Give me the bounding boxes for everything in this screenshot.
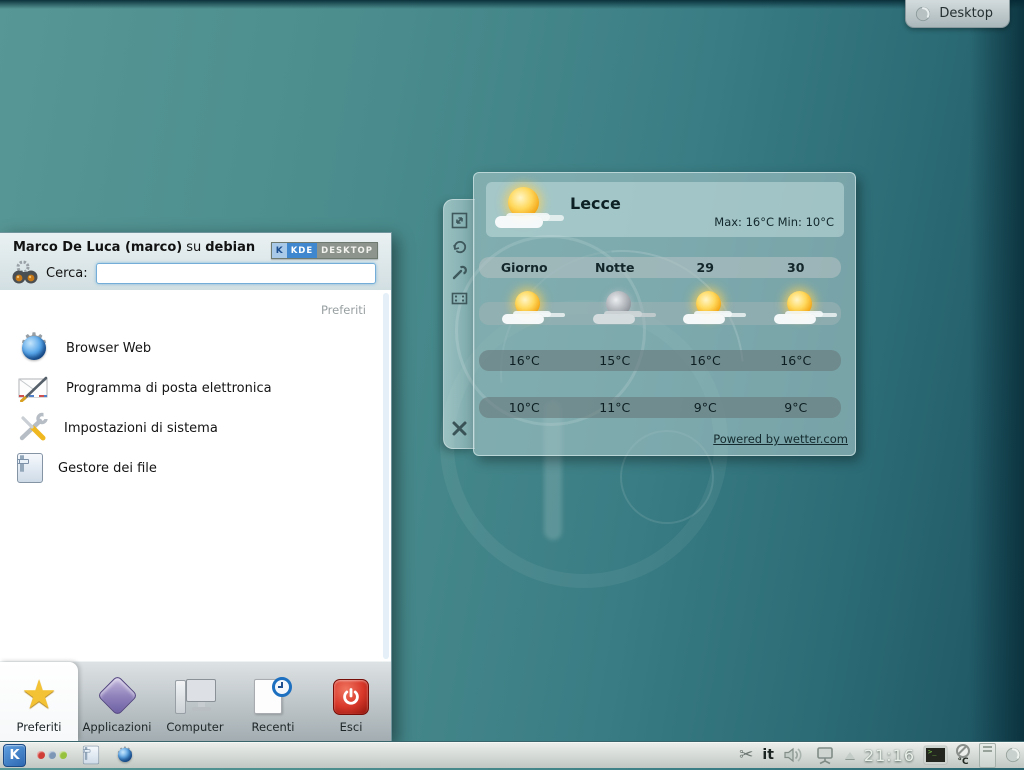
favorites-section-label: Preferiti bbox=[321, 303, 366, 317]
weather-credit-link[interactable]: Powered by wetter.com bbox=[713, 432, 848, 446]
kde-menu-launcher-button[interactable]: K bbox=[3, 744, 26, 767]
digital-clock[interactable]: 21:16 bbox=[864, 746, 915, 765]
weather-col-label: 29 bbox=[660, 257, 751, 278]
weather-condition-icons bbox=[479, 302, 841, 325]
tab-computer[interactable]: Computer bbox=[156, 662, 234, 741]
network-monitor-icon[interactable] bbox=[814, 746, 836, 765]
kde-logo-icon: K bbox=[272, 243, 287, 258]
web-browser-icon: ⚙ bbox=[17, 331, 51, 365]
weather-tray-icon[interactable]: °C bbox=[956, 744, 970, 767]
menu-item-system-settings[interactable]: Impostazioni di sistema bbox=[0, 408, 381, 448]
moon-cloud-icon bbox=[592, 290, 638, 330]
kickoff-favorites-view: Preferiti ⚙ Browser Web bbox=[0, 290, 391, 662]
sun-cloud-icon bbox=[494, 186, 548, 234]
search-input[interactable] bbox=[96, 263, 376, 284]
weather-low-temps: 10°C 11°C 9°C 9°C bbox=[479, 397, 841, 418]
rotate-icon[interactable] bbox=[451, 238, 468, 255]
applications-icon bbox=[96, 675, 137, 716]
sun-cloud-icon bbox=[501, 290, 547, 330]
file-manager-taskbar-icon[interactable] bbox=[83, 746, 99, 765]
menu-item-label: Impostazioni di sistema bbox=[64, 421, 218, 436]
search-row: Cerca: bbox=[10, 260, 376, 286]
system-settings-icon bbox=[17, 412, 49, 444]
weather-high-temps: 16°C 15°C 16°C 16°C bbox=[479, 350, 841, 371]
title-connector: su bbox=[186, 240, 201, 255]
tab-preferiti[interactable]: ★ Preferiti bbox=[0, 662, 78, 741]
kickoff-menu: Marco De Luca (marco) su debian K KDE DESK… bbox=[0, 232, 392, 742]
weather-city: Lecce bbox=[570, 194, 621, 213]
kickoff-header: Marco De Luca (marco) su debian K KDE DESK… bbox=[0, 233, 391, 291]
sun-cloud-icon bbox=[773, 290, 819, 330]
menu-item-label: Programma di posta elettronica bbox=[66, 381, 272, 396]
desktop-toolbox-label: Desktop bbox=[939, 6, 993, 21]
search-label: Cerca: bbox=[46, 266, 88, 281]
weather-col-label: 30 bbox=[751, 257, 842, 278]
high-temp: 16°C bbox=[751, 350, 842, 371]
host-name: debian bbox=[205, 240, 255, 255]
klipper-scissors-icon[interactable]: ✂ bbox=[739, 747, 753, 764]
user-name: Marco De Luca (marco) bbox=[13, 240, 182, 255]
search-binoculars-icon bbox=[10, 260, 40, 286]
low-temp: 10°C bbox=[479, 397, 570, 418]
cashew-icon bbox=[915, 6, 931, 22]
weather-col-label: Giorno bbox=[479, 257, 570, 278]
taskbar-panel: K ⚙ ✂ it 21:16 >_ °C bbox=[0, 741, 1024, 768]
weather-widget: Lecce Max: 16°C Min: 10°C Giorno Notte 2… bbox=[473, 172, 856, 456]
menu-item-browser-web[interactable]: ⚙ Browser Web bbox=[0, 328, 381, 368]
resize-icon[interactable] bbox=[451, 212, 468, 229]
volume-icon[interactable] bbox=[783, 746, 805, 764]
menu-item-label: Browser Web bbox=[66, 341, 151, 356]
terminal-tray-icon[interactable]: >_ bbox=[924, 746, 947, 764]
low-temp: 9°C bbox=[751, 397, 842, 418]
mail-client-icon bbox=[17, 374, 51, 402]
tab-recenti[interactable]: Recenti bbox=[234, 662, 312, 741]
kickoff-tab-bar: ★ Preferiti Applicazioni Computer Recent… bbox=[0, 661, 391, 741]
tab-applicazioni[interactable]: Applicazioni bbox=[78, 662, 156, 741]
maximize-icon[interactable] bbox=[451, 290, 468, 307]
systray-expand-arrow-icon[interactable] bbox=[845, 752, 855, 759]
weather-col-label: Notte bbox=[570, 257, 661, 278]
high-temp: 16°C bbox=[660, 350, 751, 371]
scrollbar[interactable] bbox=[383, 293, 389, 659]
computer-icon bbox=[173, 677, 217, 715]
weather-header: Lecce Max: 16°C Min: 10°C bbox=[486, 182, 844, 237]
power-icon bbox=[333, 679, 369, 715]
high-temp: 16°C bbox=[479, 350, 570, 371]
menu-item-label: Gestore dei file bbox=[58, 461, 157, 476]
pager-widget[interactable] bbox=[979, 743, 996, 768]
desktop-toolbox[interactable]: Desktop bbox=[905, 0, 1010, 28]
wrench-icon[interactable] bbox=[451, 264, 468, 281]
low-temp: 11°C bbox=[570, 397, 661, 418]
weather-column-headers: Giorno Notte 29 30 bbox=[479, 257, 841, 278]
high-temp: 15°C bbox=[570, 350, 661, 371]
weather-applet-handle[interactable] bbox=[443, 199, 475, 449]
menu-item-file-manager[interactable]: Gestore dei file bbox=[0, 448, 381, 488]
star-icon: ★ bbox=[21, 675, 57, 715]
kickoff-user-title: Marco De Luca (marco) su debian bbox=[13, 240, 255, 255]
sun-cloud-icon bbox=[682, 290, 728, 330]
weather-max-min: Max: 16°C Min: 10°C bbox=[714, 215, 834, 229]
tab-esci[interactable]: Esci bbox=[312, 662, 390, 741]
recent-documents-icon bbox=[254, 677, 292, 715]
web-browser-taskbar-icon[interactable]: ⚙ bbox=[115, 745, 135, 765]
kde-desktop-badge: K KDE DESKTOP bbox=[271, 242, 378, 259]
menu-item-mail-client[interactable]: Programma di posta elettronica bbox=[0, 368, 381, 408]
keyboard-layout-indicator[interactable]: it bbox=[762, 747, 774, 763]
panel-cashew-icon[interactable] bbox=[1005, 747, 1021, 763]
activity-dots[interactable] bbox=[37, 751, 67, 759]
low-temp: 9°C bbox=[660, 397, 751, 418]
close-icon[interactable] bbox=[450, 419, 469, 438]
file-manager-icon bbox=[17, 453, 43, 483]
